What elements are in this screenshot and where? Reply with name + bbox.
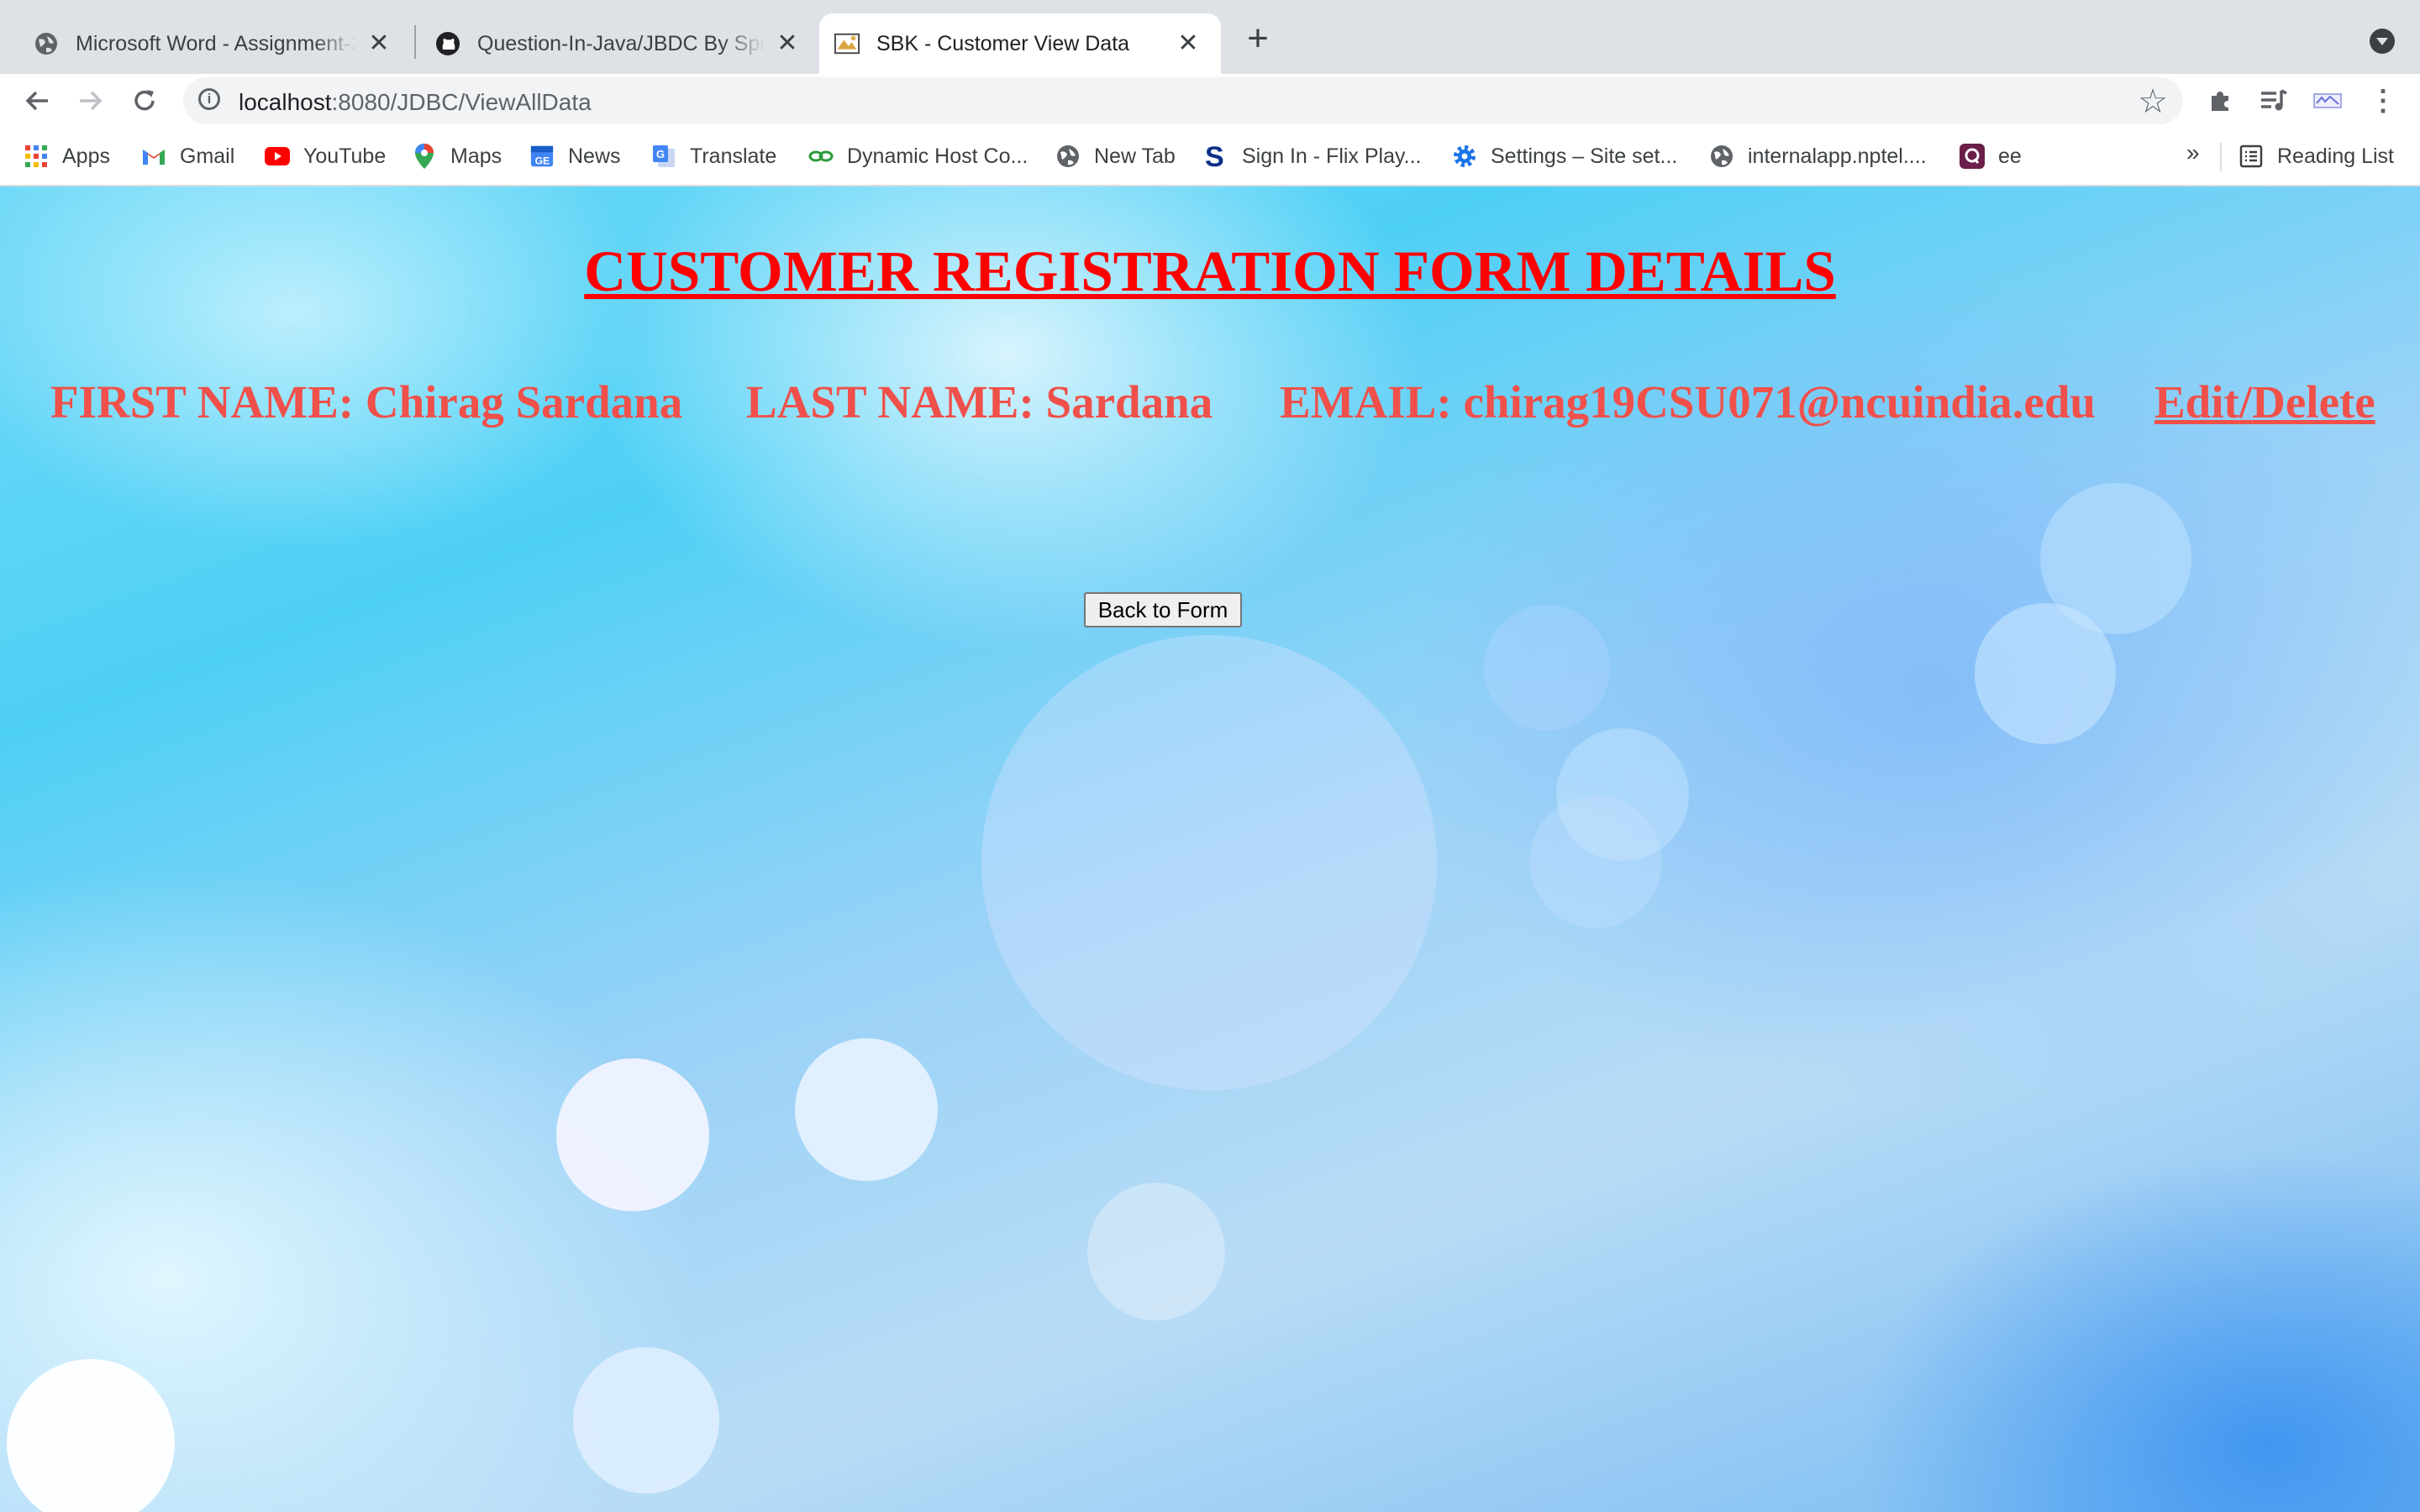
gmail-icon: [141, 144, 166, 169]
action-separator: /: [2238, 376, 2253, 428]
site-favicon-icon: [834, 31, 860, 56]
bookmark-label: Gmail: [180, 144, 235, 168]
forward-arrow-icon[interactable]: [71, 81, 111, 121]
address-bar[interactable]: i localhost:8080/JDBC/ViewAllData ☆: [183, 77, 2183, 124]
profile-avatar-icon[interactable]: [2311, 84, 2344, 118]
bookmark-label: YouTube: [303, 144, 387, 168]
bokeh-decoration: [1529, 795, 1662, 928]
page-content: CUSTOMER REGISTRATION FORM DETAILS FIRST…: [0, 186, 2420, 1512]
bookmark-apps[interactable]: Apps: [24, 139, 110, 173]
bookmark-translate[interactable]: G Translate: [651, 139, 776, 173]
bookmark-label: internalapp.nptel....: [1748, 144, 1927, 168]
page-title: CUSTOMER REGISTRATION FORM DETAILS: [584, 239, 1836, 303]
bookmark-label: ee: [1998, 144, 2022, 168]
tab-github[interactable]: Question-In-Java/JBDC By Spring ✕: [417, 13, 820, 74]
bokeh-decoration: [1975, 603, 2116, 744]
link-icon: [808, 144, 834, 169]
bookmarks-bar: Apps Gmail YouTube Maps GE News G Transl…: [0, 128, 2420, 186]
bookmark-flix-play[interactable]: S Sign In - Flix Play...: [1203, 139, 1422, 173]
globe-icon: [1709, 144, 1734, 169]
translate-icon: G: [651, 144, 676, 169]
tab-strip: Microsoft Word - Assignment-2 ✕ Question…: [0, 0, 2420, 74]
bookmark-label: Settings – Site set...: [1491, 144, 1678, 168]
svg-text:G: G: [656, 148, 665, 160]
bokeh-decoration: [7, 1359, 175, 1512]
menu-kebab-icon[interactable]: ⋮: [2366, 84, 2400, 118]
bokeh-decoration: [1087, 1183, 1225, 1320]
tab-search-icon[interactable]: [2370, 29, 2395, 54]
bookmark-nptel[interactable]: internalapp.nptel....: [1709, 139, 1927, 173]
reading-list-icon: [2238, 144, 2264, 169]
last-name-value: LAST NAME: Sardana: [746, 376, 1213, 428]
reading-list-label: Reading List: [2277, 144, 2394, 168]
github-icon: [435, 31, 460, 56]
new-tab-icon[interactable]: +: [1239, 20, 1276, 59]
address-url: localhost:8080/JDBC/ViewAllData: [239, 89, 592, 116]
bookmark-label: Translate: [690, 144, 777, 168]
bookmarks-divider: [2220, 143, 2222, 171]
apps-grid-icon: [24, 144, 49, 169]
tab-microsoft-word[interactable]: Microsoft Word - Assignment-2 ✕: [0, 13, 412, 74]
info-icon[interactable]: i: [198, 88, 220, 110]
globe-icon: [34, 31, 59, 56]
bookmark-gmail[interactable]: Gmail: [141, 139, 234, 173]
bokeh-decoration: [573, 1347, 719, 1494]
youtube-icon: [265, 144, 290, 169]
reload-icon[interactable]: [124, 81, 165, 121]
bookmark-label: New Tab: [1094, 144, 1176, 168]
tab-title: Question-In-Java/JBDC By Spring: [477, 31, 765, 55]
maps-icon: [412, 144, 437, 169]
record-actions: Edit/Delete: [2154, 375, 2375, 443]
bokeh-decoration: [556, 1058, 709, 1211]
tab-title: Microsoft Word - Assignment-2: [76, 31, 356, 55]
svg-text:S: S: [1205, 143, 1224, 170]
bookmark-label: Dynamic Host Co...: [847, 144, 1028, 168]
first-name-value: FIRST NAME: Chirag Sardana: [50, 376, 683, 428]
bookmark-label: Sign In - Flix Play...: [1242, 144, 1422, 168]
bookmark-label: Maps: [450, 144, 502, 168]
bookmark-news[interactable]: GE News: [529, 139, 621, 173]
bokeh-decoration: [1556, 728, 1689, 861]
bookmark-youtube[interactable]: YouTube: [265, 139, 386, 173]
reading-list-button[interactable]: Reading List: [2238, 139, 2394, 173]
tab-customer-view-data[interactable]: SBK - Customer View Data ✕: [819, 13, 1221, 74]
more-bookmarks-chevron-icon[interactable]: »: [2186, 139, 2200, 166]
url-path: :8080/JDBC/ViewAllData: [331, 89, 592, 115]
gear-icon: [1452, 144, 1477, 169]
close-icon[interactable]: ✕: [366, 31, 392, 56]
bokeh-decoration: [795, 1038, 938, 1181]
svg-text:GE: GE: [535, 155, 550, 166]
delete-link[interactable]: Delete: [2252, 376, 2375, 428]
ee-icon: [1960, 144, 1985, 169]
back-arrow-icon[interactable]: [17, 81, 57, 121]
bokeh-decoration: [981, 635, 1437, 1090]
url-host: localhost: [239, 89, 332, 115]
tab-title: SBK - Customer View Data: [876, 31, 1130, 55]
bokeh-decoration: [1484, 605, 1610, 731]
bookmark-label: News: [568, 144, 621, 168]
bookmark-label: Apps: [62, 144, 110, 168]
bookmark-ee[interactable]: ee: [1960, 139, 2022, 173]
email-value: EMAIL: chirag19CSU071@ncuindia.edu: [1280, 376, 2096, 428]
bookmark-new-tab[interactable]: New Tab: [1055, 139, 1176, 173]
bookmark-maps[interactable]: Maps: [412, 139, 502, 173]
bookmark-dynamic-host[interactable]: Dynamic Host Co...: [808, 139, 1028, 173]
news-icon: GE: [529, 144, 555, 169]
bookmark-site-settings[interactable]: Settings – Site set...: [1452, 139, 1677, 173]
media-queue-icon[interactable]: [2257, 84, 2291, 118]
back-to-form-button[interactable]: Back to Form: [1084, 592, 1242, 627]
edit-link[interactable]: Edit: [2154, 376, 2239, 428]
extensions-puzzle-icon[interactable]: [2203, 84, 2237, 118]
bokeh-decoration: [2040, 483, 2191, 634]
bookmark-star-icon[interactable]: ☆: [2138, 82, 2168, 121]
close-icon[interactable]: ✕: [1176, 31, 1201, 56]
tab-separator: [414, 25, 416, 59]
close-icon[interactable]: ✕: [775, 31, 800, 56]
flix-icon: S: [1203, 143, 1228, 170]
browser-toolbar: i localhost:8080/JDBC/ViewAllData ☆ ⋮: [0, 74, 2420, 128]
globe-icon: [1055, 144, 1081, 169]
